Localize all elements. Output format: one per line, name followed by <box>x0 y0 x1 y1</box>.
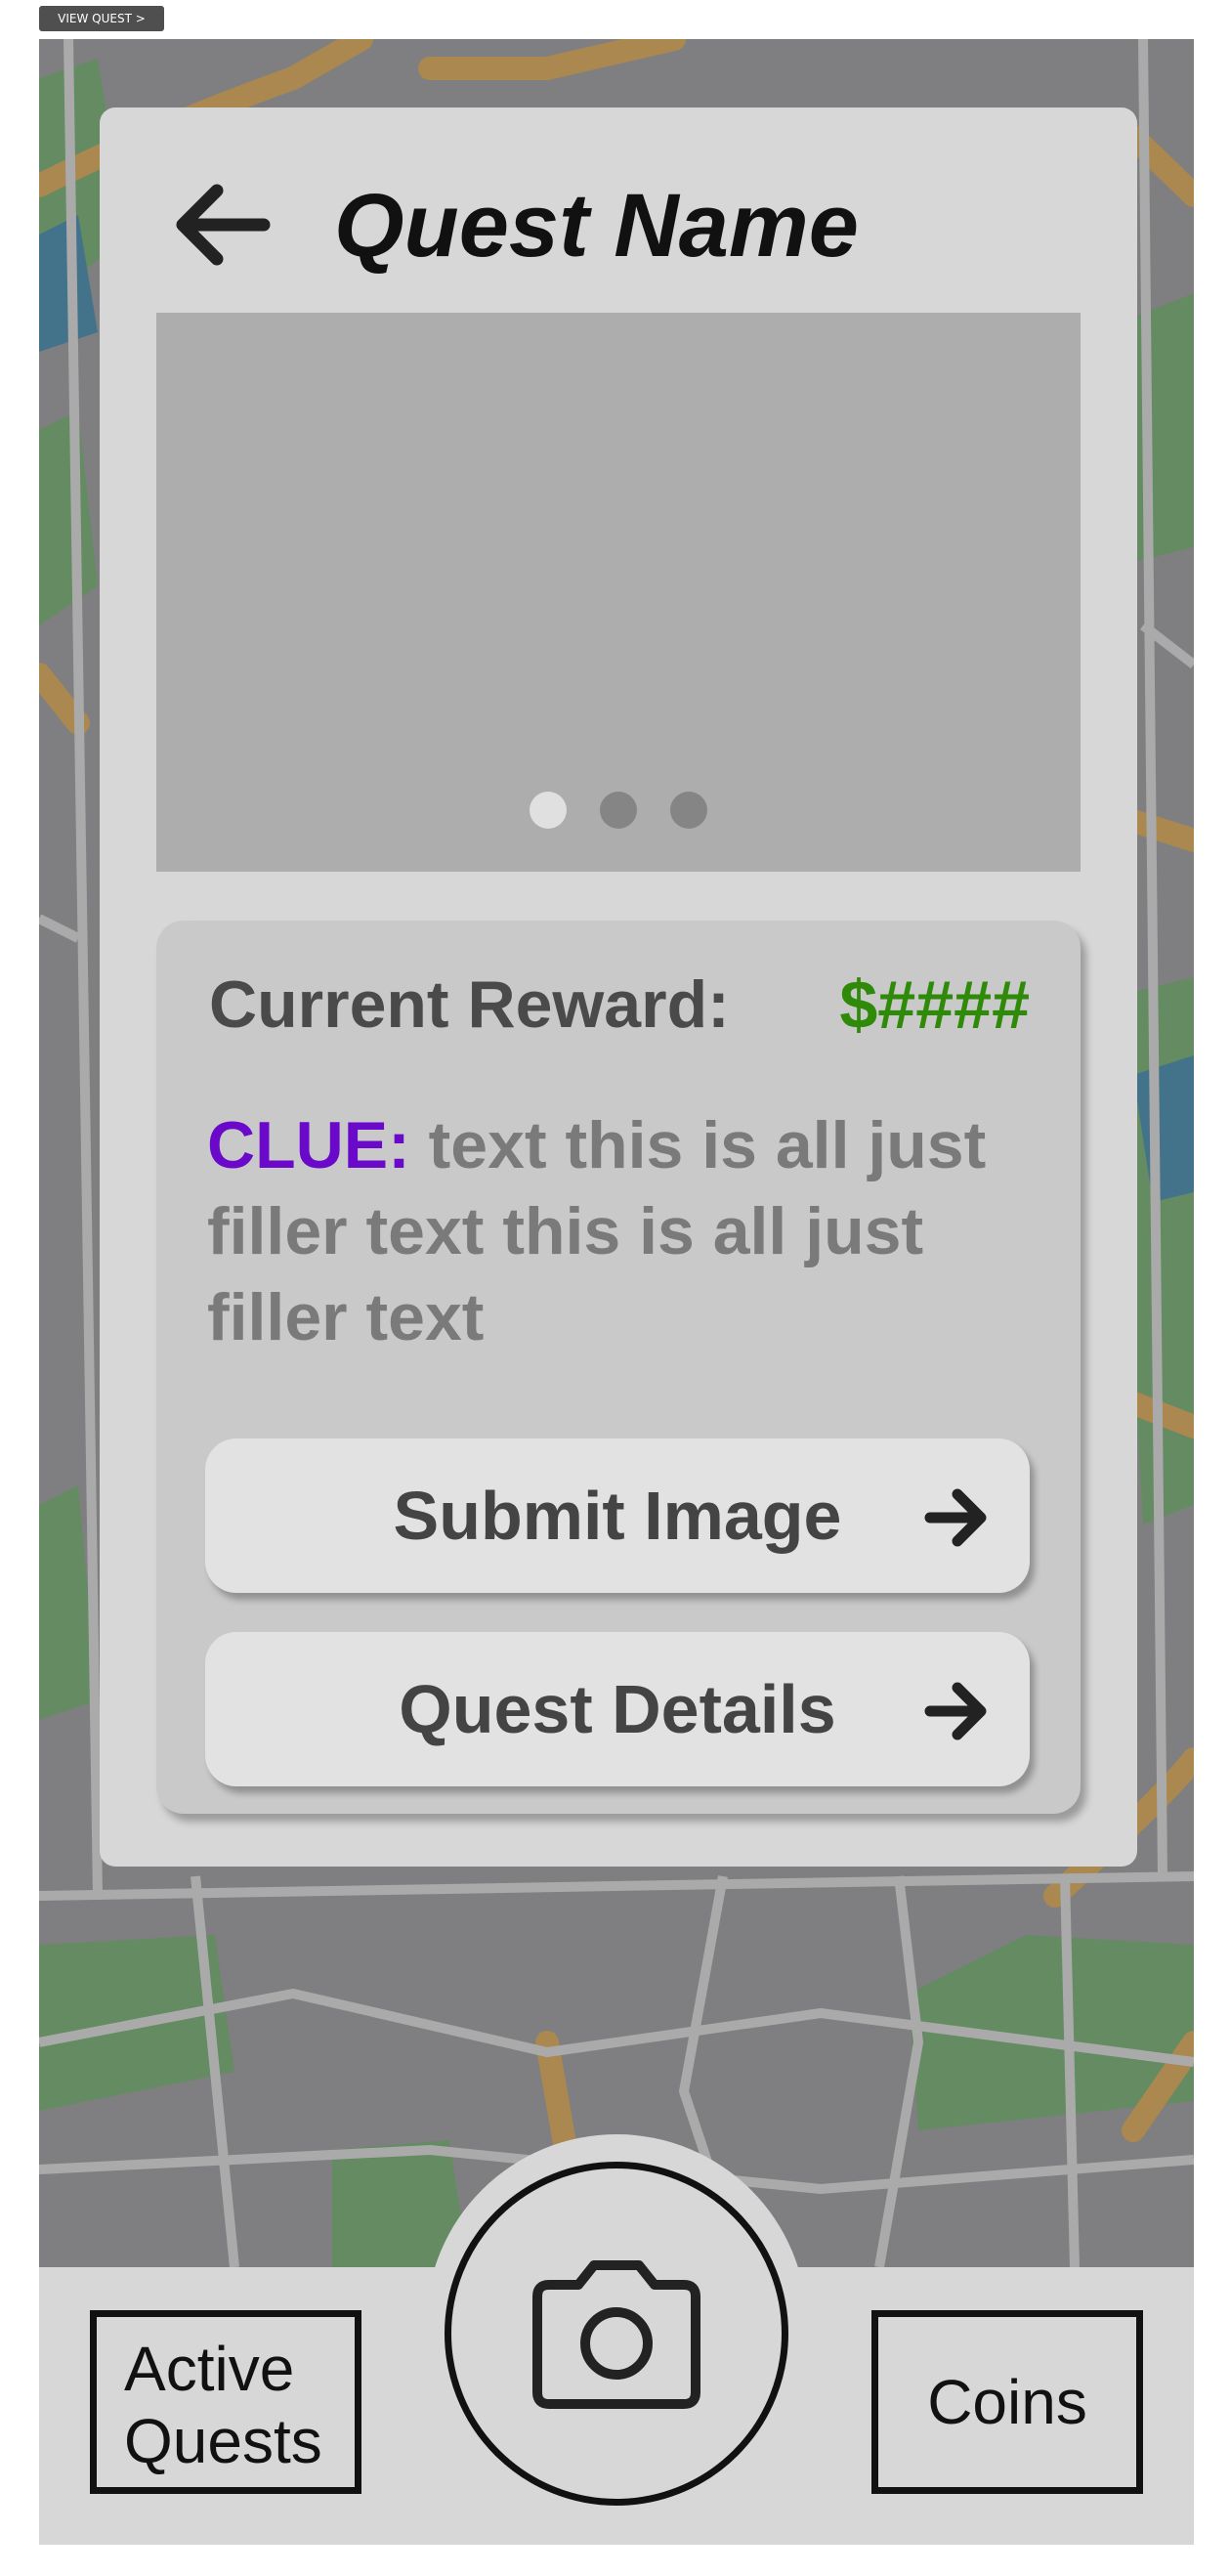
submit-image-label: Submit Image <box>393 1478 842 1554</box>
clue-label: CLUE: <box>207 1108 410 1182</box>
frame-label: VIEW QUEST > START <box>39 6 164 51</box>
quest-details-label: Quest Details <box>399 1671 836 1747</box>
back-button[interactable] <box>158 166 285 283</box>
quest-details-button[interactable]: Quest Details <box>205 1632 1030 1786</box>
arrow-right-icon <box>924 1682 987 1740</box>
quest-title: Quest Name <box>334 176 859 276</box>
quest-info-panel: Current Reward: $#### CLUE: text this is… <box>156 921 1081 1814</box>
active-quests-label-line2: Quests <box>124 2406 322 2476</box>
image-carousel[interactable] <box>156 313 1081 872</box>
arrow-right-icon <box>924 1488 987 1547</box>
carousel-dots <box>156 792 1081 829</box>
reward-row: Current Reward: $#### <box>209 956 1030 1053</box>
arrow-left-icon <box>176 184 271 266</box>
active-quests-label-line1: Active <box>124 2334 295 2404</box>
reward-label: Current Reward: <box>209 967 730 1042</box>
camera-button[interactable] <box>445 2162 788 2506</box>
submit-image-button[interactable]: Submit Image <box>205 1438 1030 1593</box>
coins-label: Coins <box>927 2367 1087 2437</box>
active-quests-button[interactable]: Active Quests <box>90 2310 361 2494</box>
clue-text: CLUE: text this is all just filler text … <box>207 1102 1028 1360</box>
phone-screen: Quest Name Current Reward: $#### CLUE: t… <box>39 39 1194 2545</box>
coins-button[interactable]: Coins <box>871 2310 1143 2494</box>
carousel-dot-1[interactable] <box>530 792 567 829</box>
carousel-dot-2[interactable] <box>600 792 637 829</box>
carousel-dot-3[interactable] <box>670 792 707 829</box>
reward-value: $#### <box>839 966 1030 1043</box>
camera-icon <box>532 2260 700 2409</box>
quest-card: Quest Name Current Reward: $#### CLUE: t… <box>100 107 1137 1867</box>
